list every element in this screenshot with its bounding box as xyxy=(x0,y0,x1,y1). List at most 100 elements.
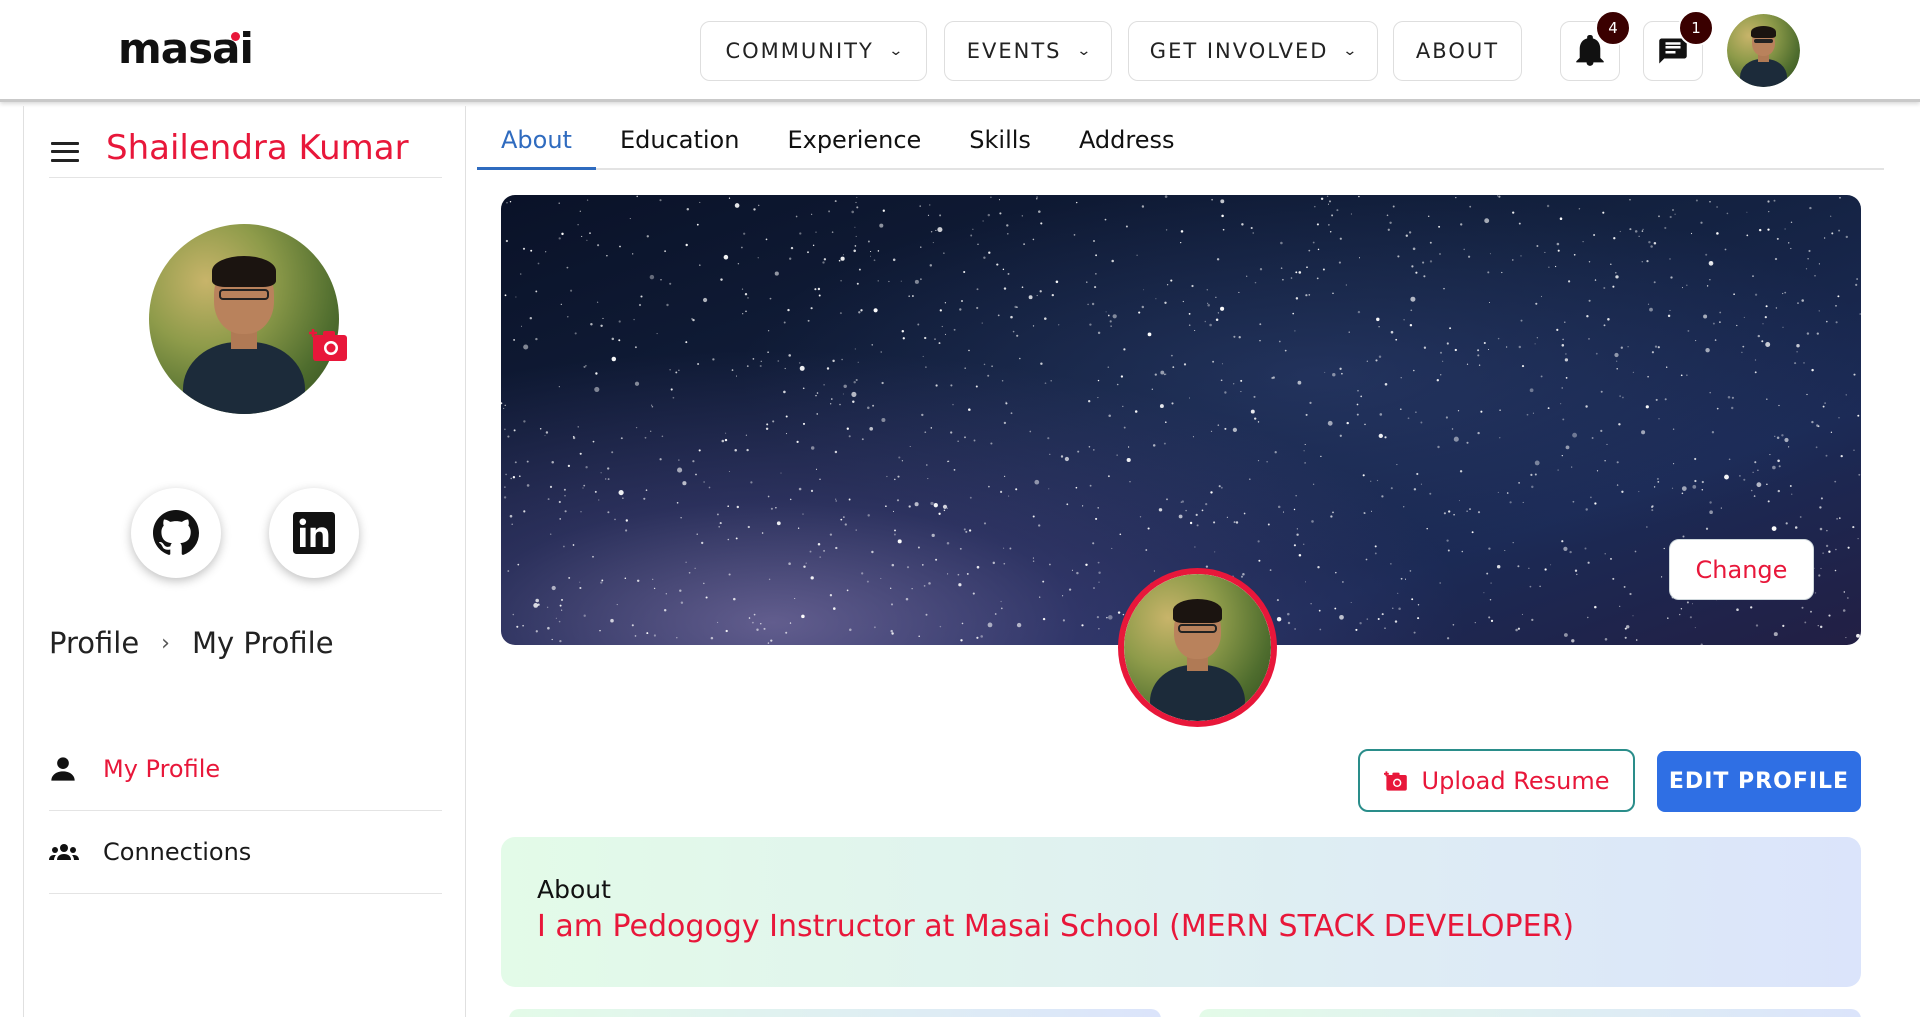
star xyxy=(944,302,947,304)
star xyxy=(1847,546,1850,549)
star xyxy=(1417,617,1420,620)
star xyxy=(1170,354,1173,357)
sidebar-item-connections[interactable]: Connections xyxy=(49,811,442,894)
star xyxy=(1656,477,1659,480)
tab-address[interactable]: Address xyxy=(1055,118,1199,170)
star xyxy=(1576,573,1578,576)
nav-get-involved-button[interactable]: GET INVOLVED ⌄ xyxy=(1128,21,1378,81)
star xyxy=(1143,289,1145,291)
star xyxy=(551,585,556,591)
star xyxy=(669,369,671,371)
notifications-button[interactable]: 4 xyxy=(1560,10,1631,81)
nav-about-button[interactable]: ABOUT xyxy=(1393,21,1522,81)
star xyxy=(607,511,610,514)
star xyxy=(1705,347,1710,353)
nav-community-button[interactable]: COMMUNITY ⌄ xyxy=(700,21,927,81)
star xyxy=(1330,515,1333,518)
star xyxy=(1671,487,1674,489)
star xyxy=(1784,228,1786,230)
tab-about[interactable]: About xyxy=(477,118,596,170)
star xyxy=(1667,617,1669,619)
star xyxy=(1520,255,1522,257)
star xyxy=(1670,276,1673,279)
star xyxy=(629,218,631,220)
star xyxy=(1739,475,1741,477)
user-avatar[interactable] xyxy=(1727,14,1800,87)
upload-resume-button[interactable]: Upload Resume xyxy=(1358,749,1635,812)
change-cover-button[interactable]: Change xyxy=(1669,539,1814,600)
github-link[interactable] xyxy=(131,488,221,578)
star xyxy=(1809,206,1812,210)
star xyxy=(1446,637,1450,640)
star xyxy=(799,232,802,235)
star xyxy=(697,362,700,366)
star xyxy=(851,210,854,214)
star xyxy=(1147,527,1150,530)
star xyxy=(785,631,788,634)
star xyxy=(843,384,847,389)
star xyxy=(1410,296,1416,302)
linkedin-link[interactable] xyxy=(269,488,359,578)
star xyxy=(1845,637,1847,639)
star xyxy=(1461,550,1464,553)
star xyxy=(1447,549,1450,552)
star xyxy=(1364,423,1366,426)
star xyxy=(1106,616,1108,619)
tab-experience[interactable]: Experience xyxy=(763,118,945,170)
star xyxy=(803,565,806,568)
star xyxy=(1585,508,1588,511)
star xyxy=(1211,198,1213,201)
star xyxy=(880,577,882,580)
star xyxy=(841,358,843,361)
star xyxy=(1822,552,1824,554)
menu-icon[interactable] xyxy=(51,141,79,162)
breadcrumb-root[interactable]: Profile xyxy=(49,626,139,660)
star xyxy=(545,251,547,253)
star xyxy=(555,617,557,619)
star xyxy=(941,325,943,328)
star xyxy=(1036,196,1038,198)
star xyxy=(1159,404,1164,409)
star xyxy=(1750,489,1753,492)
sidebar-item-my-profile[interactable]: My Profile xyxy=(49,728,442,811)
profile-picture[interactable] xyxy=(1118,568,1277,727)
star xyxy=(1378,355,1382,358)
nav-events-button[interactable]: EVENTS ⌄ xyxy=(944,21,1112,81)
star xyxy=(659,458,662,461)
star xyxy=(1499,409,1501,412)
star xyxy=(969,496,972,499)
tab-skills[interactable]: Skills xyxy=(945,118,1055,170)
star xyxy=(1058,324,1060,326)
star xyxy=(1801,299,1804,302)
star xyxy=(1062,619,1065,622)
masai-logo[interactable]: masai xyxy=(118,24,254,73)
star xyxy=(1073,234,1076,236)
star xyxy=(1556,328,1559,331)
star xyxy=(577,426,579,428)
star xyxy=(1238,291,1240,293)
star xyxy=(838,259,841,262)
star xyxy=(1754,461,1757,464)
star xyxy=(1646,260,1649,263)
add-photo-icon[interactable] xyxy=(309,327,349,363)
star xyxy=(1853,449,1855,451)
messages-button[interactable]: 1 xyxy=(1643,10,1714,81)
star xyxy=(1563,546,1568,551)
star xyxy=(1593,233,1596,237)
star xyxy=(507,435,510,438)
star xyxy=(811,213,813,215)
tab-education[interactable]: Education xyxy=(596,118,763,170)
edit-profile-button[interactable]: EDIT PROFILE xyxy=(1657,751,1861,812)
star xyxy=(1039,596,1041,598)
star xyxy=(1002,268,1005,271)
star xyxy=(1408,231,1412,234)
star xyxy=(1276,616,1282,622)
star xyxy=(1562,418,1565,421)
profile-avatar xyxy=(149,224,347,414)
star xyxy=(983,522,987,525)
star xyxy=(1619,230,1621,233)
star xyxy=(1003,547,1005,549)
star xyxy=(1750,606,1753,609)
star xyxy=(727,538,730,541)
star xyxy=(1818,263,1820,265)
